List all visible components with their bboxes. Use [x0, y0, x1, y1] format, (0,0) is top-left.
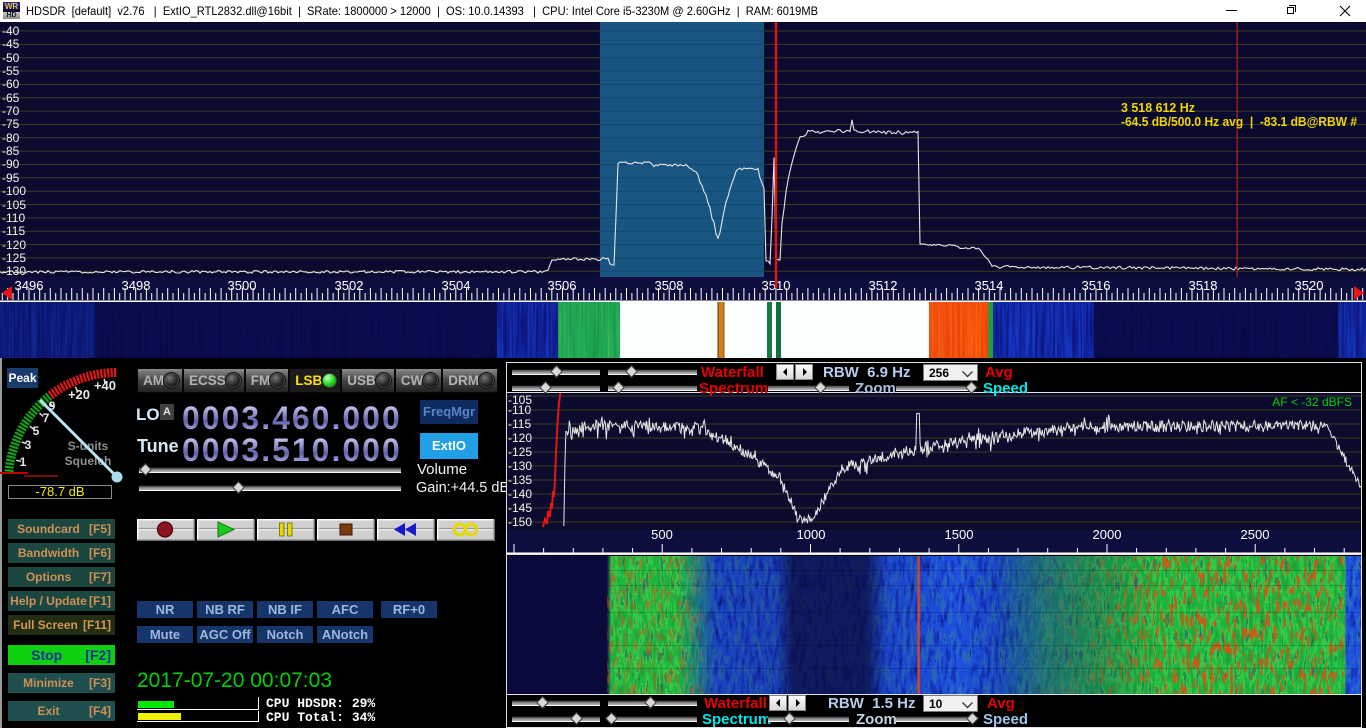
svg-text:-150: -150: [508, 515, 532, 529]
svg-text:2000: 2000: [1093, 527, 1122, 542]
svg-text:-40: -40: [2, 24, 20, 38]
svg-text:-125: -125: [508, 445, 532, 459]
svg-text:-100: -100: [2, 184, 26, 198]
svg-text:-55: -55: [2, 64, 20, 78]
svg-text:-145: -145: [508, 501, 532, 515]
svg-text:-130: -130: [508, 459, 532, 473]
svg-text:-60: -60: [2, 77, 20, 91]
svg-text:1000: 1000: [797, 527, 826, 542]
svg-text:+40: +40: [94, 378, 116, 393]
svg-text:-75: -75: [2, 117, 20, 131]
svg-text:-120: -120: [2, 238, 26, 252]
svg-text:-110: -110: [2, 211, 25, 225]
svg-text:-95: -95: [2, 171, 20, 185]
svg-text:-80: -80: [2, 131, 20, 145]
svg-text:3 518 612 Hz: 3 518 612 Hz: [1121, 100, 1195, 115]
svg-text:+20: +20: [68, 387, 90, 402]
svg-text:7: 7: [43, 411, 50, 425]
svg-text:-130: -130: [2, 264, 26, 277]
svg-text:500: 500: [651, 527, 673, 542]
svg-text:-65: -65: [2, 91, 20, 105]
svg-text:1: 1: [20, 455, 27, 469]
svg-text:-50: -50: [2, 51, 20, 65]
svg-text:-90: -90: [2, 157, 20, 171]
svg-text:AF < -32 dBFS: AF < -32 dBFS: [1272, 395, 1352, 409]
svg-text:-70: -70: [2, 104, 20, 118]
svg-text:2500: 2500: [1241, 527, 1270, 542]
svg-text:-140: -140: [508, 487, 532, 501]
svg-text:3: 3: [25, 438, 32, 452]
svg-text:-135: -135: [508, 473, 532, 487]
svg-text:-64.5 dB/500.0 Hz avg | -83.: -64.5 dB/500.0 Hz avg | -83.1 dB@RBW #: [1121, 114, 1358, 129]
svg-text:-115: -115: [2, 224, 25, 238]
svg-text:-110: -110: [508, 403, 531, 417]
svg-text:-105: -105: [2, 198, 26, 212]
svg-text:-115: -115: [508, 417, 531, 431]
svg-text:S-units: S-units: [68, 439, 109, 453]
svg-text:-85: -85: [2, 144, 20, 158]
svg-text:1500: 1500: [945, 527, 974, 542]
svg-text:-125: -125: [2, 251, 26, 265]
svg-text:-45: -45: [2, 37, 20, 51]
svg-text:5: 5: [33, 424, 40, 438]
svg-text:-120: -120: [508, 431, 532, 445]
